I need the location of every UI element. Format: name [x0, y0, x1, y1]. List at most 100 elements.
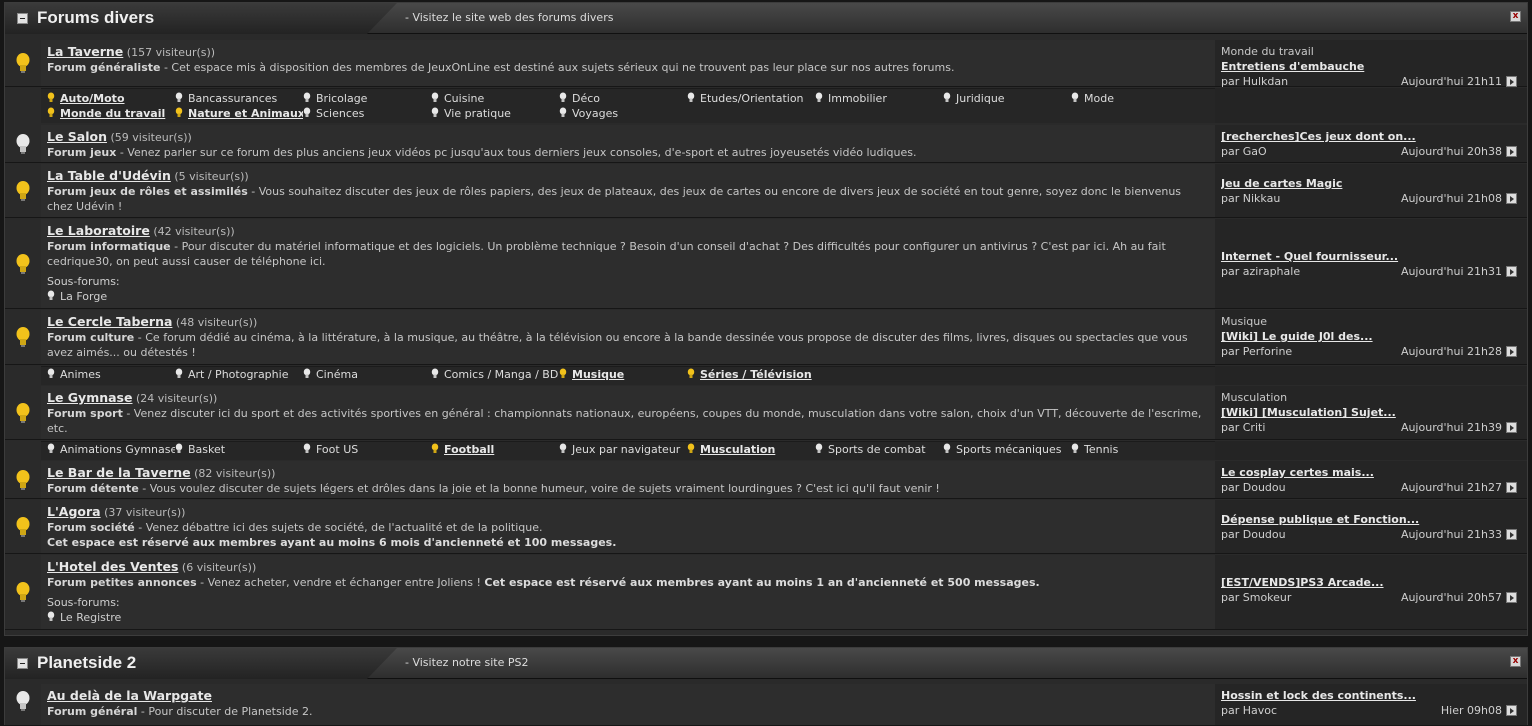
collapse-icon[interactable] — [17, 658, 28, 669]
subforum-item[interactable]: Bancassurances — [175, 91, 303, 106]
lightbulb-icon — [559, 92, 567, 102]
lightbulb-icon — [16, 517, 30, 537]
subforum-item[interactable]: Nature et Animaux — [175, 106, 303, 121]
subforum-item[interactable]: Etudes/Orientation — [687, 91, 815, 106]
forum-title[interactable]: Le Cercle Taberna — [47, 314, 172, 329]
last-post-time: Hier 09h08 — [1440, 704, 1502, 717]
forum-title[interactable]: La Taverne — [47, 44, 123, 59]
subforum-item[interactable]: Art / Photographie — [175, 367, 303, 382]
forum-title[interactable]: L'Hotel des Ventes — [47, 559, 178, 574]
section-site-link[interactable]: - Visitez le site web des forums divers — [405, 11, 613, 24]
subforum-item[interactable]: Voyages — [559, 106, 687, 121]
subforum-item[interactable]: Séries / Télévision — [687, 367, 815, 382]
last-post-topic[interactable]: Jeu de cartes Magic — [1221, 176, 1521, 191]
forum-description: - Venez acheter, vendre et échanger entr… — [200, 576, 481, 589]
subforum-item[interactable]: Sports de combat — [815, 442, 943, 457]
section-site-link[interactable]: - Visitez notre site PS2 — [405, 656, 528, 669]
subforum-item[interactable]: Musique — [559, 367, 687, 382]
arrow-right-box-icon[interactable] — [1506, 146, 1517, 157]
forum-title[interactable]: Le Salon — [47, 129, 107, 144]
subforum-item[interactable]: Mode — [1071, 91, 1199, 106]
visitor-count: (59 visiteur(s)) — [110, 131, 192, 144]
lightbulb-icon — [431, 368, 439, 378]
last-post-topic[interactable]: Dépense publique et Fonction... — [1221, 512, 1521, 527]
last-post-topic[interactable]: [recherches]Ces jeux dont on... — [1221, 129, 1521, 144]
subforum-item[interactable]: Animes — [47, 367, 175, 382]
subforum-item[interactable]: Bricolage — [303, 91, 431, 106]
section-header: Forums divers - Visitez le site web des … — [5, 3, 1527, 34]
forum-type: Forum petites annonces — [47, 576, 197, 589]
subforum-item[interactable]: Déco — [559, 91, 687, 106]
arrow-right-box-icon[interactable] — [1506, 482, 1517, 493]
subforum-item[interactable]: Sciences — [303, 106, 431, 121]
last-post-topic[interactable]: [Wiki] Le guide J0l des... — [1221, 329, 1521, 344]
arrow-right-box-icon[interactable] — [1506, 529, 1517, 540]
visitor-count: (6 visiteur(s)) — [181, 561, 257, 574]
forum-row: Le Salon (59 visiteur(s)) Forum jeux - V… — [5, 125, 1527, 163]
last-post-topic[interactable]: [EST/VENDS]PS3 Arcade... — [1221, 575, 1521, 590]
arrow-right-box-icon[interactable] — [1506, 705, 1517, 716]
last-post-topic[interactable]: Le cosplay certes mais... — [1221, 465, 1521, 480]
lightbulb-icon — [16, 691, 30, 711]
lightbulb-icon — [687, 368, 695, 378]
section-header: Planetside 2 - Visitez notre site PS2 x — [5, 648, 1527, 679]
last-post: Monde du travail Entretiens d'embauche p… — [1215, 40, 1527, 88]
forum-section-planetside: Planetside 2 - Visitez notre site PS2 x … — [4, 647, 1528, 726]
close-icon[interactable]: x — [1510, 656, 1521, 667]
forum-row: Au delà de la Warpgate Forum général - P… — [5, 684, 1527, 726]
lightbulb-icon — [16, 327, 30, 347]
collapse-icon[interactable] — [17, 13, 28, 24]
last-post-time: Aujourd'hui 21h31 — [1400, 265, 1502, 278]
last-post-topic[interactable]: Hossin et lock des continents... — [1221, 688, 1521, 703]
lightbulb-icon — [16, 470, 30, 490]
subforum-item[interactable]: Tennis — [1071, 442, 1199, 457]
subforum-item[interactable]: Football — [431, 442, 559, 457]
last-post-topic[interactable]: [Wiki] [Musculation] Sujet... — [1221, 405, 1521, 420]
forum-title[interactable]: Le Laboratoire — [47, 223, 150, 238]
forum-title[interactable]: Le Gymnase — [47, 390, 132, 405]
subforum-item[interactable]: Immobilier — [815, 91, 943, 106]
forum-type: Forum jeux — [47, 146, 117, 159]
subforum-item[interactable]: Juridique — [943, 91, 1071, 106]
subforum-item[interactable]: Jeux par navigateur — [559, 442, 687, 457]
subforum-item[interactable]: Basket — [175, 442, 303, 457]
section-title: Planetside 2 — [37, 653, 137, 672]
lightbulb-icon — [303, 443, 311, 453]
subforum-item[interactable]: Vie pratique — [431, 106, 559, 121]
last-post-author: par Criti — [1221, 421, 1266, 434]
subforum-item[interactable]: Foot US — [303, 442, 431, 457]
arrow-right-box-icon[interactable] — [1506, 193, 1517, 204]
forum-row: Le Gymnase (24 visiteur(s)) Forum sport … — [5, 386, 1527, 440]
arrow-right-box-icon[interactable] — [1506, 266, 1517, 277]
subforum-item[interactable]: Sports mécaniques — [943, 442, 1071, 457]
lightbulb-icon — [559, 443, 567, 453]
last-post-topic[interactable]: Internet - Quel fournisseur... — [1221, 249, 1521, 264]
subforum-item[interactable]: La Forge — [47, 289, 1209, 304]
lightbulb-icon — [815, 92, 823, 102]
subforum-item[interactable]: Cuisine — [431, 91, 559, 106]
arrow-right-box-icon[interactable] — [1506, 422, 1517, 433]
subforum-item[interactable]: Monde du travail — [47, 106, 175, 121]
subforum-item[interactable]: Le Registre — [47, 610, 1209, 625]
lightbulb-icon — [687, 92, 695, 102]
forum-description: - Ce forum dédié au cinéma, à la littéra… — [47, 331, 1188, 359]
subforum-item[interactable]: Cinéma — [303, 367, 431, 382]
arrow-right-box-icon[interactable] — [1506, 592, 1517, 603]
subforum-item[interactable]: Animations Gymnase — [47, 442, 175, 457]
arrow-right-box-icon[interactable] — [1506, 346, 1517, 357]
forum-title[interactable]: La Table d'Udévin — [47, 168, 171, 183]
forum-title[interactable]: L'Agora — [47, 504, 101, 519]
forum-type: Forum société — [47, 521, 135, 534]
subforum-item[interactable]: Comics / Manga / BD — [431, 367, 559, 382]
subforum-item[interactable]: Musculation — [687, 442, 815, 457]
forum-title[interactable]: Au delà de la Warpgate — [47, 688, 212, 703]
last-post-topic[interactable]: Entretiens d'embauche — [1221, 59, 1521, 74]
subforum-item[interactable]: Auto/Moto — [47, 91, 175, 106]
arrow-right-box-icon[interactable] — [1506, 76, 1517, 87]
last-post-author: par GaO — [1221, 145, 1267, 158]
lightbulb-icon — [1071, 92, 1079, 102]
last-post-category: Monde du travail — [1221, 45, 1314, 58]
forum-title[interactable]: Le Bar de la Taverne — [47, 465, 191, 480]
close-icon[interactable]: x — [1510, 11, 1521, 22]
visitor-count: (82 visiteur(s)) — [194, 467, 276, 480]
